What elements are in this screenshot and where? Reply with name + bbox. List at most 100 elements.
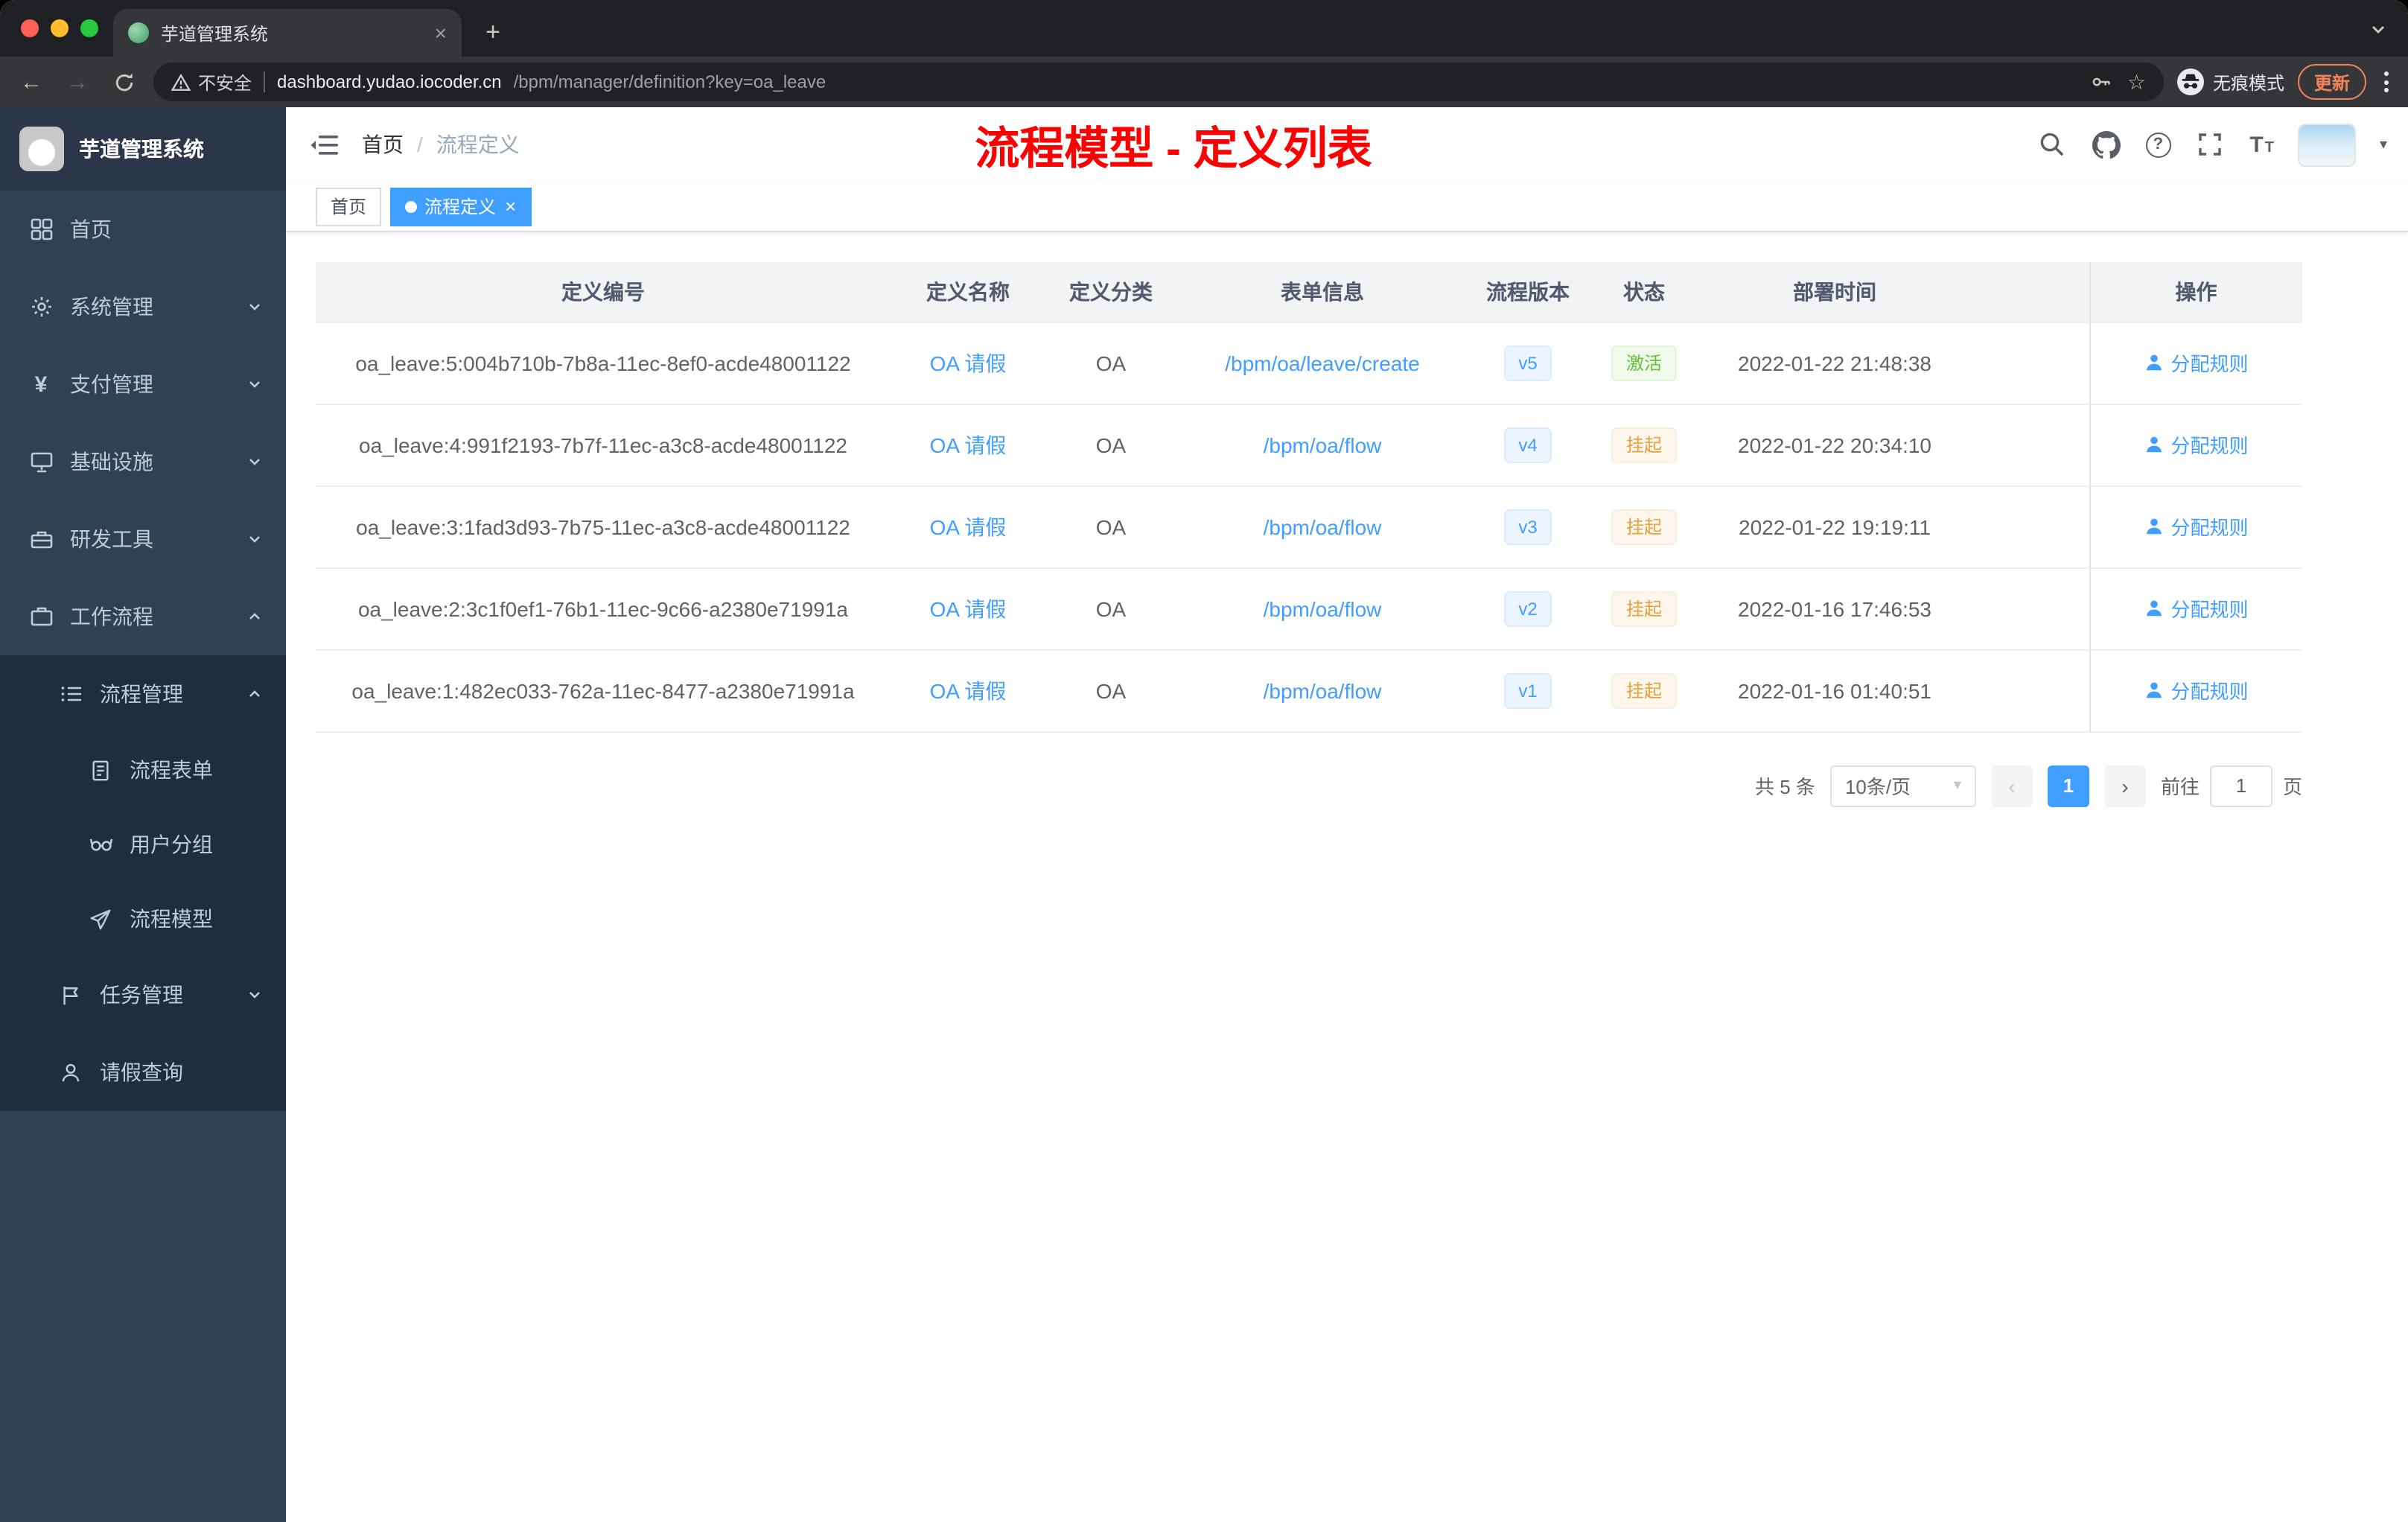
table-row: oa_leave:5:004b710b-7b8a-11ec-8ef0-acde4… [316,322,2302,404]
sidebar-item-infrastructure[interactable]: 基础设施 [0,423,286,500]
github-icon[interactable] [2092,130,2121,159]
tag-close-icon[interactable]: × [505,197,516,216]
person-icon [58,1060,83,1085]
table-header-row: 定义编号 定义名称 定义分类 表单信息 流程版本 状态 部署时间 操作 [316,262,2302,322]
sidebar-item-process-model[interactable]: 流程模型 [0,882,286,956]
status-badge: 激活 [1611,345,1677,380]
browser-tab[interactable]: 芋道管理系统 × [113,9,462,57]
window-zoom-button[interactable] [80,19,98,37]
update-button[interactable]: 更新 [2297,64,2366,100]
incognito-label: 无痕模式 [2212,72,2284,93]
version-badge: v5 [1503,345,1552,380]
sidebar-item-process-management[interactable]: 流程管理 [0,655,286,733]
search-icon[interactable] [2038,130,2066,159]
devtools-icon [28,526,54,552]
address-bar[interactable]: 不安全 dashboard.yudao.iocoder.cn /bpm/mana… [153,63,2164,101]
help-icon[interactable]: ? [2145,132,2171,157]
definition-name-link[interactable]: OA 请假 [930,351,1007,375]
col-process-version: 流程版本 [1468,262,1587,322]
tab-search-chevron-icon[interactable] [2369,19,2387,46]
assign-rule-link[interactable]: 分配规则 [2144,512,2249,541]
process-list-icon [58,681,83,707]
prev-page-button[interactable]: ‹ [1990,765,2033,806]
avatar-caret-down-icon[interactable]: ▾ [2380,136,2387,153]
next-page-button[interactable]: › [2103,765,2146,806]
main-area: 首页 / 流程定义 流程模型 - 定义列表 ? TT ▾ 首页 流程定义 × 定… [286,107,2408,1522]
page-annotation: 流程模型 - 定义列表 [975,125,1372,174]
forward-button[interactable]: → [61,69,94,95]
assign-rule-link[interactable]: 分配规则 [2144,430,2249,459]
form-link[interactable]: /bpm/oa/flow [1264,678,1382,702]
fullscreen-icon[interactable] [2196,130,2224,159]
select-caret-down-icon: ▾ [1953,777,1961,794]
sidebar-item-task-management[interactable]: 任务管理 [0,956,286,1034]
sidebar-item-label: 支付管理 [70,372,153,396]
sidebar-logo[interactable]: 芋道管理系统 [0,107,286,191]
table-row: oa_leave:1:482ec033-762a-11ec-8477-a2380… [316,649,2302,732]
tab-title: 芋道管理系统 [161,23,269,44]
definition-name-link[interactable]: OA 请假 [930,433,1007,456]
sidebar-item-payment[interactable]: ¥ 支付管理 [0,346,286,423]
font-size-icon[interactable]: TT [2249,133,2274,156]
hamburger-icon[interactable] [308,130,338,159]
sidebar-item-home[interactable]: 首页 [0,191,286,268]
reload-button[interactable] [107,71,140,93]
tab-close-icon[interactable]: × [435,22,447,43]
tag-process-definition[interactable]: 流程定义 × [390,187,532,226]
sidebar-item-leave-query[interactable]: 请假查询 [0,1034,286,1111]
form-link[interactable]: /bpm/oa/leave/create [1225,351,1420,375]
tab-strip: 芋道管理系统 × + [0,0,2408,57]
sidebar-item-process-form[interactable]: 流程表单 [0,733,286,807]
col-deploy-time: 部署时间 [1701,262,1969,322]
sidebar-item-workflow[interactable]: 工作流程 [0,578,286,655]
app-page: 芋道管理系统 首页 系统管理 ¥ 支付管理 基础设施 研发工具 工作流程 流程管… [0,107,2408,1522]
gear-icon [28,294,54,319]
definition-name-link[interactable]: OA 请假 [930,596,1007,620]
form-link[interactable]: /bpm/oa/flow [1264,596,1382,620]
breadcrumb-home[interactable]: 首页 [362,130,404,159]
window-close-button[interactable] [21,19,39,37]
task-icon [58,982,83,1007]
breadcrumb-current: 流程定义 [436,133,520,156]
assign-user-icon [2146,518,2162,535]
col-definition-category: 定义分类 [1045,262,1176,322]
tags-bar: 首页 流程定义 × [286,182,2408,232]
menu-dots-icon[interactable] [2380,71,2393,92]
goto-page-input[interactable] [2209,765,2272,806]
definition-name-link[interactable]: OA 请假 [930,515,1007,538]
infrastructure-icon [28,449,54,474]
tag-home[interactable]: 首页 [316,187,382,226]
sidebar-item-system[interactable]: 系统管理 [0,268,286,346]
goto-unit: 页 [2282,776,2302,798]
incognito-badge: 无痕模式 [2176,69,2284,95]
form-link[interactable]: /bpm/oa/flow [1264,515,1382,538]
status-badge: 挂起 [1611,590,1677,626]
new-tab-button[interactable]: + [474,13,512,52]
window-minimize-button[interactable] [51,19,69,37]
avatar[interactable] [2299,124,2354,165]
filler-cell [1969,649,2089,732]
assign-rule-link[interactable]: 分配规则 [2144,676,2249,704]
assign-rule-link[interactable]: 分配规则 [2144,594,2249,623]
col-actions: 操作 [2089,262,2302,322]
definition-name-link[interactable]: OA 请假 [930,678,1007,702]
back-button[interactable]: ← [15,69,48,95]
key-icon[interactable] [2092,71,2112,92]
sidebar-item-label: 流程模型 [130,907,213,931]
bookmark-star-icon[interactable]: ☆ [2127,71,2146,92]
sidebar-item-label: 系统管理 [70,295,153,319]
security-chip[interactable]: 不安全 [171,69,252,95]
sidebar: 芋道管理系统 首页 系统管理 ¥ 支付管理 基础设施 研发工具 工作流程 流程管… [0,107,286,1522]
security-warning-icon [171,72,191,90]
content-area: 定义编号 定义名称 定义分类 表单信息 流程版本 状态 部署时间 操作 oa_l… [286,232,2408,1522]
chevron-down-icon [249,992,260,999]
col-filler [1969,262,2089,322]
current-page-button[interactable]: 1 [2047,765,2089,806]
page-size-select[interactable]: 10条/页 ▾ [1829,765,1976,806]
form-link[interactable]: /bpm/oa/flow [1264,433,1382,456]
sidebar-item-devtools[interactable]: 研发工具 [0,500,286,578]
sidebar-item-user-group[interactable]: 用户分组 [0,807,286,882]
deploy-time: 2022-01-16 17:46:53 [1701,567,1969,650]
table-row: oa_leave:2:3c1f0ef1-76b1-11ec-9c66-a2380… [316,567,2302,650]
assign-rule-link[interactable]: 分配规则 [2144,348,2249,377]
